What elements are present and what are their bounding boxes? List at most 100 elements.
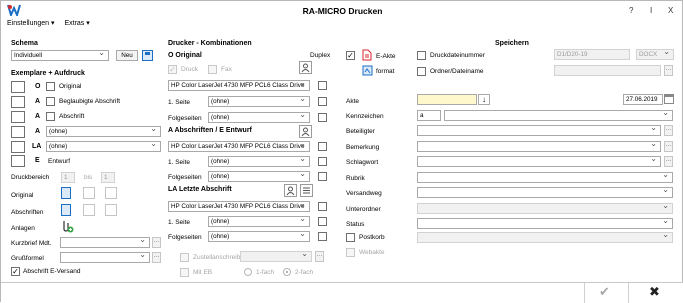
page-single-icon[interactable] [61,187,71,199]
rubrik-select[interactable] [417,172,673,183]
kennzeichen-select[interactable] [444,110,673,121]
copies-printer-select[interactable]: HP Color LaserJet 4730 MFP PCL6 Class Dr… [168,141,310,152]
postkorb-checkbox[interactable] [346,233,355,242]
print-label: Druck [181,66,198,73]
fax-checkbox[interactable] [208,65,217,74]
la-duplex-checkbox[interactable] [318,202,327,211]
la-first-duplex-checkbox[interactable] [318,217,327,226]
date-field[interactable]: 27.06.2019 [623,94,663,105]
bemerkung-select[interactable] [417,141,661,152]
original-section-title: O Original [168,52,202,59]
original-first-page-select[interactable]: (ohne) [208,96,310,107]
original-following-duplex-checkbox[interactable] [318,113,327,122]
page-double-icon[interactable] [83,187,95,199]
copies-count-a3[interactable] [11,126,25,138]
print-file-number-checkbox[interactable] [417,51,426,60]
copies-single-icon[interactable] [61,204,71,216]
evshipping-checkbox[interactable]: ✓ [11,267,20,276]
copies-following-duplex-checkbox[interactable] [318,172,327,181]
delivery-more[interactable]: … [315,251,324,262]
original-following-select[interactable]: (ohne) [208,112,310,123]
copies-count-original[interactable] [11,81,25,93]
copies-following-select[interactable]: (ohne) [208,171,310,182]
ok-check-icon[interactable]: ✔ [599,285,610,300]
beteiligter-more[interactable]: … [664,125,673,136]
format-label: format [376,68,395,75]
cancel-x-icon[interactable]: ✖ [649,285,660,300]
footer-divider-2 [628,283,629,303]
certified-checkbox[interactable] [46,97,55,106]
folder-checkbox[interactable] [417,67,426,76]
copies-letter-o: O [35,83,41,90]
with-eb-checkbox[interactable] [180,268,189,277]
akte-field[interactable] [417,94,477,105]
new-schema-button[interactable]: Neu [116,50,138,61]
webakte-checkbox[interactable] [346,248,355,257]
print-dialog: RA-MICRO Drucken ? I X Einstellungen ▾ E… [0,0,683,303]
original-checkbox[interactable] [46,82,55,91]
folder-more[interactable]: … [664,65,673,76]
range-from[interactable]: 1 [61,172,75,183]
menu-settings[interactable]: Einstellungen ▾ [7,20,55,27]
copies-double-icon[interactable] [83,204,95,216]
copies-count-certified[interactable] [11,96,25,108]
status-select[interactable] [417,218,673,229]
bemerkung-more[interactable]: … [664,141,673,152]
help-button[interactable]: ? [629,6,633,15]
la-contact-icon[interactable] [284,184,297,197]
la-following-select[interactable]: (ohne) [208,231,310,242]
copies-count-la[interactable] [11,141,25,153]
two-fold-radio[interactable] [283,268,291,276]
greeting-select[interactable] [60,252,150,263]
versandweg-select[interactable] [417,187,673,198]
one-fold-radio[interactable] [244,268,252,276]
schlagwort-select[interactable] [417,156,661,167]
info-button[interactable]: I [650,6,652,15]
schema-select[interactable]: Individuell [11,50,109,61]
copies-count-draft[interactable] [11,155,25,167]
copies-following-label: Folgeseiten [168,174,202,181]
file-id-field[interactable]: D1/D20-19 [554,49,630,60]
eakte-icon [362,49,372,61]
la-printer-select[interactable]: HP Color LaserJet 4730 MFP PCL6 Class Dr… [168,201,310,212]
la-select[interactable]: (ohne) [46,141,161,152]
original-printer-contact-icon[interactable] [299,61,312,74]
close-button[interactable]: X [668,6,673,15]
file-ext-select[interactable]: DOCX [636,49,674,60]
delivery-select[interactable] [240,251,312,262]
original-duplex-checkbox[interactable] [318,81,327,90]
a3-select[interactable]: (ohne) [46,126,161,137]
arrow-down-icon[interactable]: ↓ [478,94,490,105]
folder-field[interactable] [554,65,661,76]
original-first-duplex-checkbox[interactable] [318,97,327,106]
copies-duplex-checkbox[interactable] [318,142,327,151]
print-checkbox[interactable]: ✓ [168,65,177,74]
calendar-icon[interactable] [664,94,674,104]
copies-printer-contact-icon[interactable] [299,125,312,138]
short-letter-more[interactable]: … [152,237,161,248]
menu-extras[interactable]: Extras ▾ [64,20,89,27]
eakte-checkbox[interactable]: ✓ [346,51,355,60]
greeting-more[interactable]: … [152,252,161,263]
delivery-checkbox[interactable] [180,253,189,262]
attachment-add-icon[interactable] [60,219,74,233]
range-to[interactable]: 1 [101,172,115,183]
beteiligter-select[interactable] [417,125,661,136]
schlagwort-more[interactable]: … [664,156,673,167]
copies-first-duplex-checkbox[interactable] [318,157,327,166]
copies-first-page-select[interactable]: (ohne) [208,156,310,167]
short-letter-select[interactable] [60,237,150,248]
original-printer-select[interactable]: HP Color LaserJet 4730 MFP PCL6 Class Dr… [168,80,310,91]
copies-count-copy[interactable] [11,111,25,123]
kennzeichen-field[interactable]: a [417,110,441,121]
page-quad-icon[interactable] [105,187,117,199]
la-following-duplex-checkbox[interactable] [318,232,327,241]
copy-checkbox[interactable] [46,112,55,121]
original-label: Original [59,83,82,90]
la-first-page-select[interactable]: (ohne) [208,216,310,227]
save-icon[interactable] [142,50,153,61]
unterordner-select[interactable] [417,203,673,214]
postkorb-select[interactable] [417,232,673,243]
la-list-icon[interactable] [300,184,313,197]
copies-quad-icon[interactable] [105,204,117,216]
